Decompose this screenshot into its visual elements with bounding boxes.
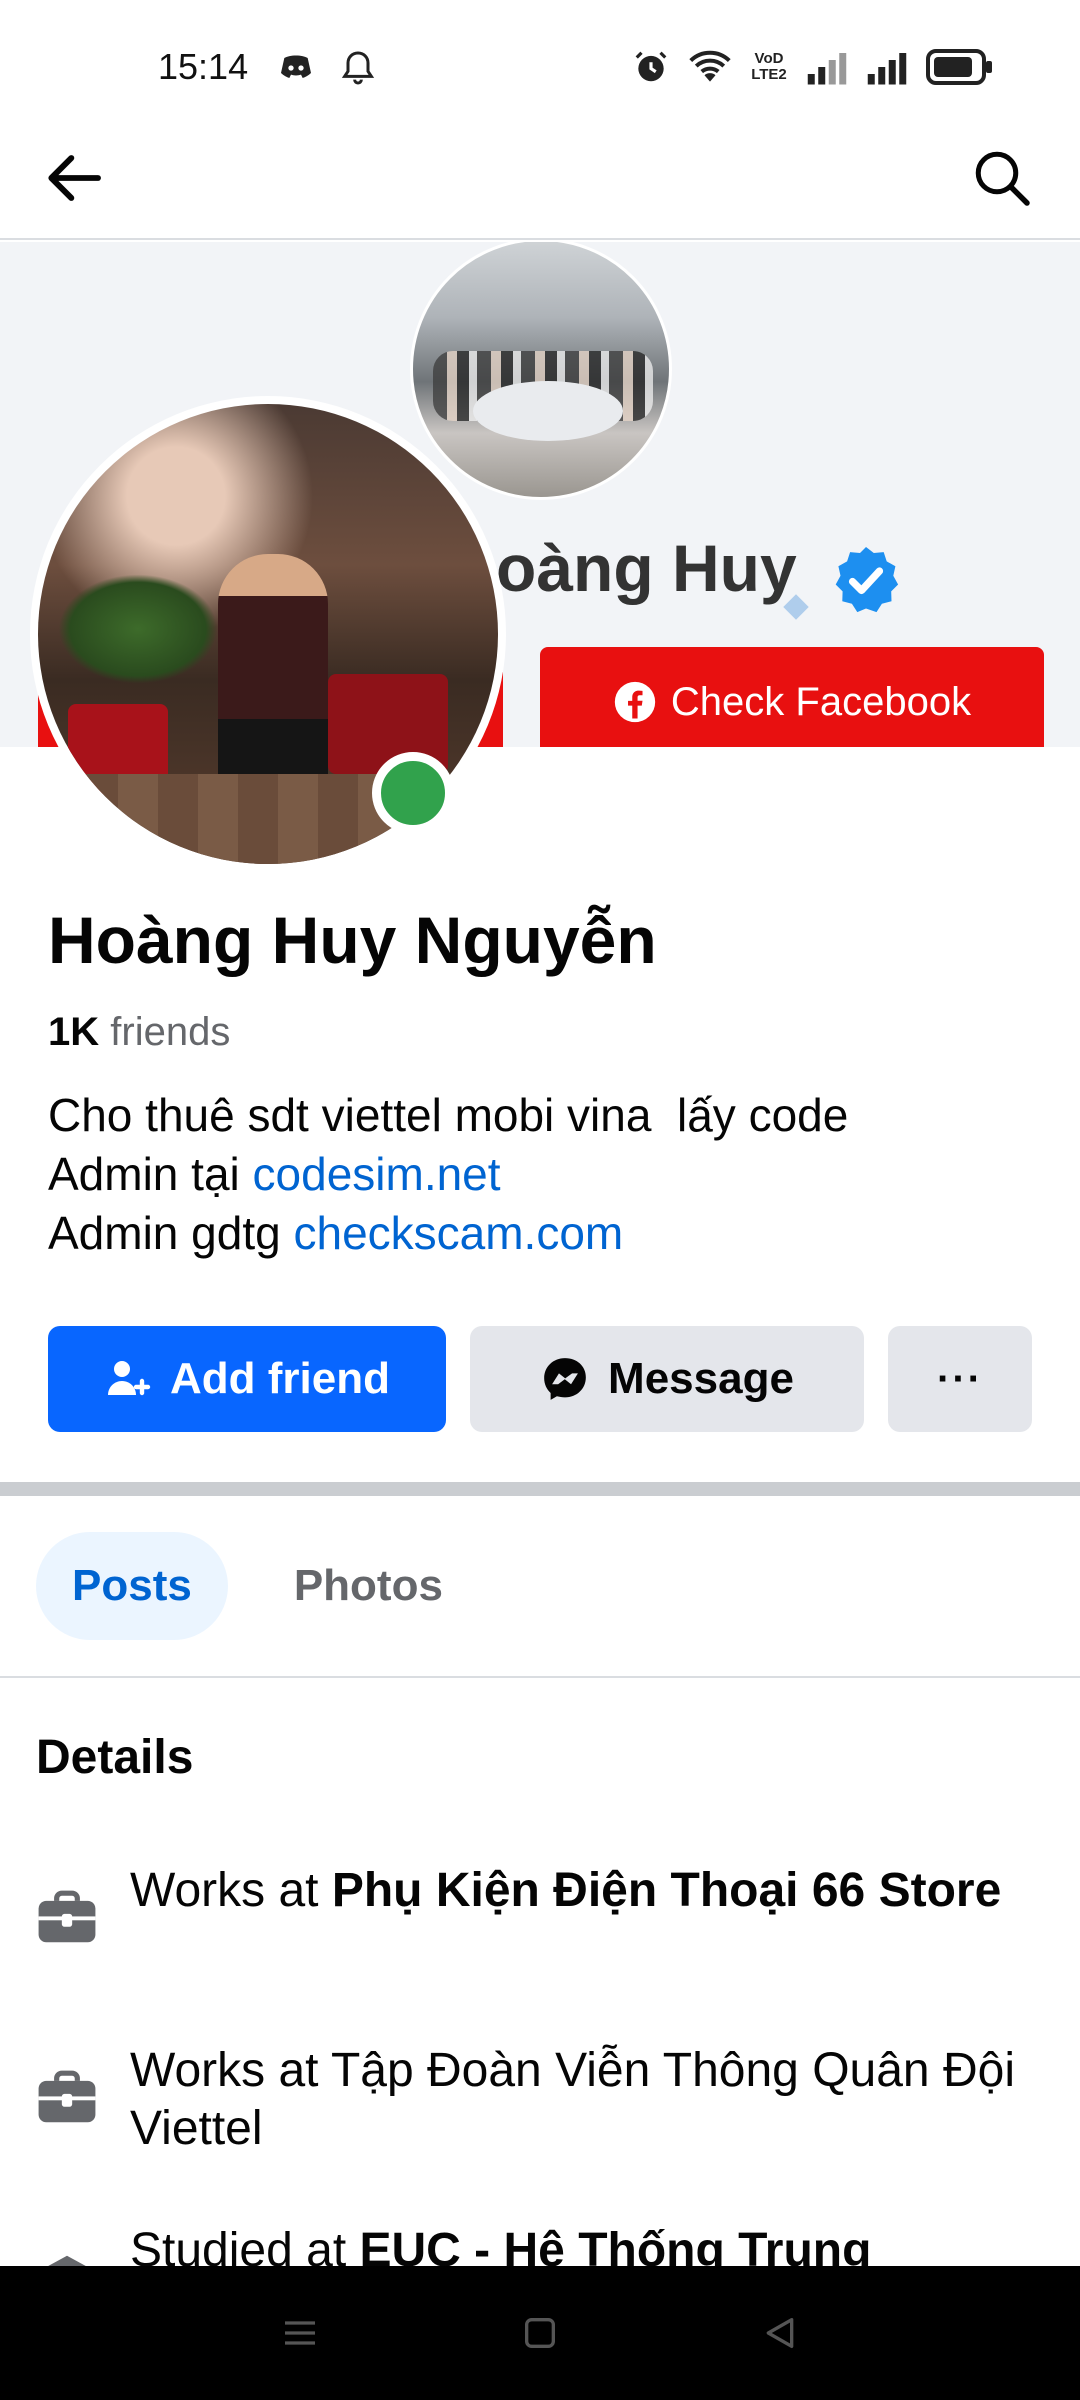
bio-link-checkscam[interactable]: checkscam.com: [293, 1207, 623, 1259]
triangle-back-icon: [766, 2318, 794, 2348]
cover-check-facebook-label: Check Facebook: [670, 679, 972, 724]
message-button[interactable]: Message: [470, 1326, 864, 1432]
status-bar: 15:14 VoD LTE2: [0, 0, 1080, 130]
friends-count-line[interactable]: 1K friends: [48, 1010, 230, 1055]
battery-icon: [926, 49, 992, 85]
bio-line-2-prefix: Admin tại: [48, 1148, 253, 1200]
app-bar: [0, 130, 1080, 240]
profile-actions: Add friend Message ···: [48, 1326, 1034, 1432]
detail-prefix: Works at: [130, 1864, 332, 1917]
cover-group-photo: [410, 242, 672, 500]
briefcase-icon: [38, 2070, 96, 2123]
facebook-icon: [614, 681, 656, 723]
verified-badge-icon: [835, 547, 899, 613]
tabs-divider: [0, 1676, 1080, 1678]
cover-title: oàng Huy: [496, 531, 797, 605]
section-separator: [0, 1482, 1080, 1496]
more-options-button[interactable]: ···: [888, 1326, 1032, 1432]
add-friend-icon: [108, 1361, 151, 1396]
status-right-icons: VoD LTE2: [632, 48, 994, 86]
alarm-icon: [635, 51, 667, 82]
detail-item-work-1: Works at Phụ Kiện Điện Thoại 66 Store: [36, 1862, 1030, 1948]
details-title: Details: [36, 1731, 194, 1784]
briefcase-icon: [38, 1890, 96, 1943]
back-nav-button[interactable]: [750, 2303, 810, 2363]
cover-check-facebook-banner: Check Facebook: [540, 647, 1044, 747]
search-button[interactable]: [962, 138, 1042, 218]
system-nav-bar: [0, 2266, 1080, 2400]
menu-icon: [285, 2321, 315, 2345]
add-friend-label: Add friend: [170, 1354, 390, 1403]
back-button[interactable]: [34, 138, 114, 218]
detail-text-work-2: Works at Tập Đoàn Viễn Thông Quân Đội Vi…: [130, 2042, 1030, 2158]
friends-count: 1K: [48, 1010, 100, 1054]
search-icon: [975, 151, 1030, 206]
more-options-label: ···: [937, 1356, 983, 1401]
home-square-icon: [525, 2318, 555, 2348]
messenger-icon: [544, 1358, 586, 1400]
status-left-icons: [276, 48, 378, 88]
bio-line-2: Admin tại codesim.net: [48, 1145, 848, 1204]
recent-apps-button[interactable]: [270, 2303, 330, 2363]
bio-line-3: Admin gdtg checkscam.com: [48, 1204, 848, 1263]
friends-label: friends: [110, 1010, 231, 1054]
bio-line-1: Cho thuê sdt viettel mobi vina lấy code: [48, 1089, 849, 1141]
bell-icon: [341, 51, 375, 85]
discord-icon: [281, 55, 311, 78]
online-status-indicator: [372, 752, 454, 834]
profile-name: Hoàng Huy Nguyễn: [48, 903, 657, 977]
status-time: 15:14: [158, 46, 249, 87]
detail-item-work-2: Works at Tập Đoàn Viễn Thông Quân Đội Vi…: [36, 2042, 1030, 2158]
detail-workplace[interactable]: Phụ Kiện Điện Thoại 66 Store: [332, 1864, 1001, 1917]
volte-icon: VoD LTE2: [751, 50, 787, 83]
add-friend-button[interactable]: Add friend: [48, 1326, 446, 1432]
signal-icon: [807, 53, 847, 85]
detail-text-work-1: Works at Phụ Kiện Điện Thoại 66 Store: [130, 1862, 1030, 1920]
profile-tabs: Posts Photos: [36, 1532, 479, 1640]
signal-icon: [867, 53, 907, 85]
tab-photos[interactable]: Photos: [258, 1532, 479, 1640]
profile-bio: Cho thuê sdt viettel mobi vina lấy code …: [48, 1086, 848, 1263]
home-button[interactable]: [510, 2303, 570, 2363]
bio-link-codesim[interactable]: codesim.net: [253, 1148, 501, 1200]
message-label: Message: [608, 1354, 794, 1403]
bio-line-3-prefix: Admin gdtg: [48, 1207, 294, 1259]
arrow-left-icon: [48, 155, 101, 201]
tab-posts[interactable]: Posts: [36, 1532, 228, 1640]
detail-prefix: Works at Tập Đoàn Viễn Thông Quân Đội Vi…: [130, 2044, 1015, 2155]
wifi-icon: [689, 50, 731, 82]
